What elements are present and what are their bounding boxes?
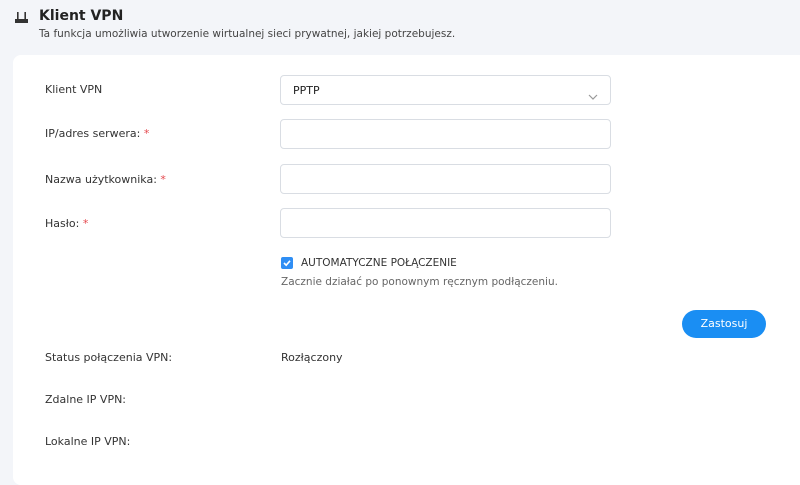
remote-ip-label: Zdalne IP VPN: <box>45 393 127 406</box>
connection-status-value: Rozłączony <box>281 351 343 364</box>
router-icon <box>14 10 29 24</box>
vpn-client-label: Klient VPN <box>45 83 103 96</box>
page-subtitle: Ta funkcja umożliwia utworzenie wirtualn… <box>39 28 456 40</box>
page-header: Klient VPN Ta funkcja umożliwia utworzen… <box>0 0 800 54</box>
vpn-client-select[interactable]: PPTP <box>280 75 611 105</box>
server-address-label: IP/adres serwera: * <box>45 127 150 140</box>
page-title: Klient VPN <box>39 8 124 24</box>
apply-button[interactable]: Zastosuj <box>682 310 766 338</box>
auto-connect-checkbox[interactable] <box>281 257 293 269</box>
auto-connect-label[interactable]: AUTOMATYCZNE POŁĄCZENIE <box>301 257 457 269</box>
required-mark: * <box>160 173 166 186</box>
check-icon <box>283 260 291 267</box>
required-mark: * <box>82 217 89 230</box>
chevron-down-icon <box>588 86 598 100</box>
vpn-client-value: PPTP <box>293 84 320 97</box>
username-input[interactable] <box>280 164 611 194</box>
password-label: Hasło: * <box>45 217 89 230</box>
required-mark: * <box>143 127 150 140</box>
password-input[interactable] <box>280 208 611 238</box>
username-label: Nazwa użytkownika: * <box>45 173 166 186</box>
server-address-input[interactable] <box>280 119 611 149</box>
local-ip-label: Lokalne IP VPN: <box>45 435 131 448</box>
auto-connect-hint: Zacznie działać po ponownym ręcznym podł… <box>281 276 558 288</box>
connection-status-label: Status połączenia VPN: <box>45 351 173 364</box>
